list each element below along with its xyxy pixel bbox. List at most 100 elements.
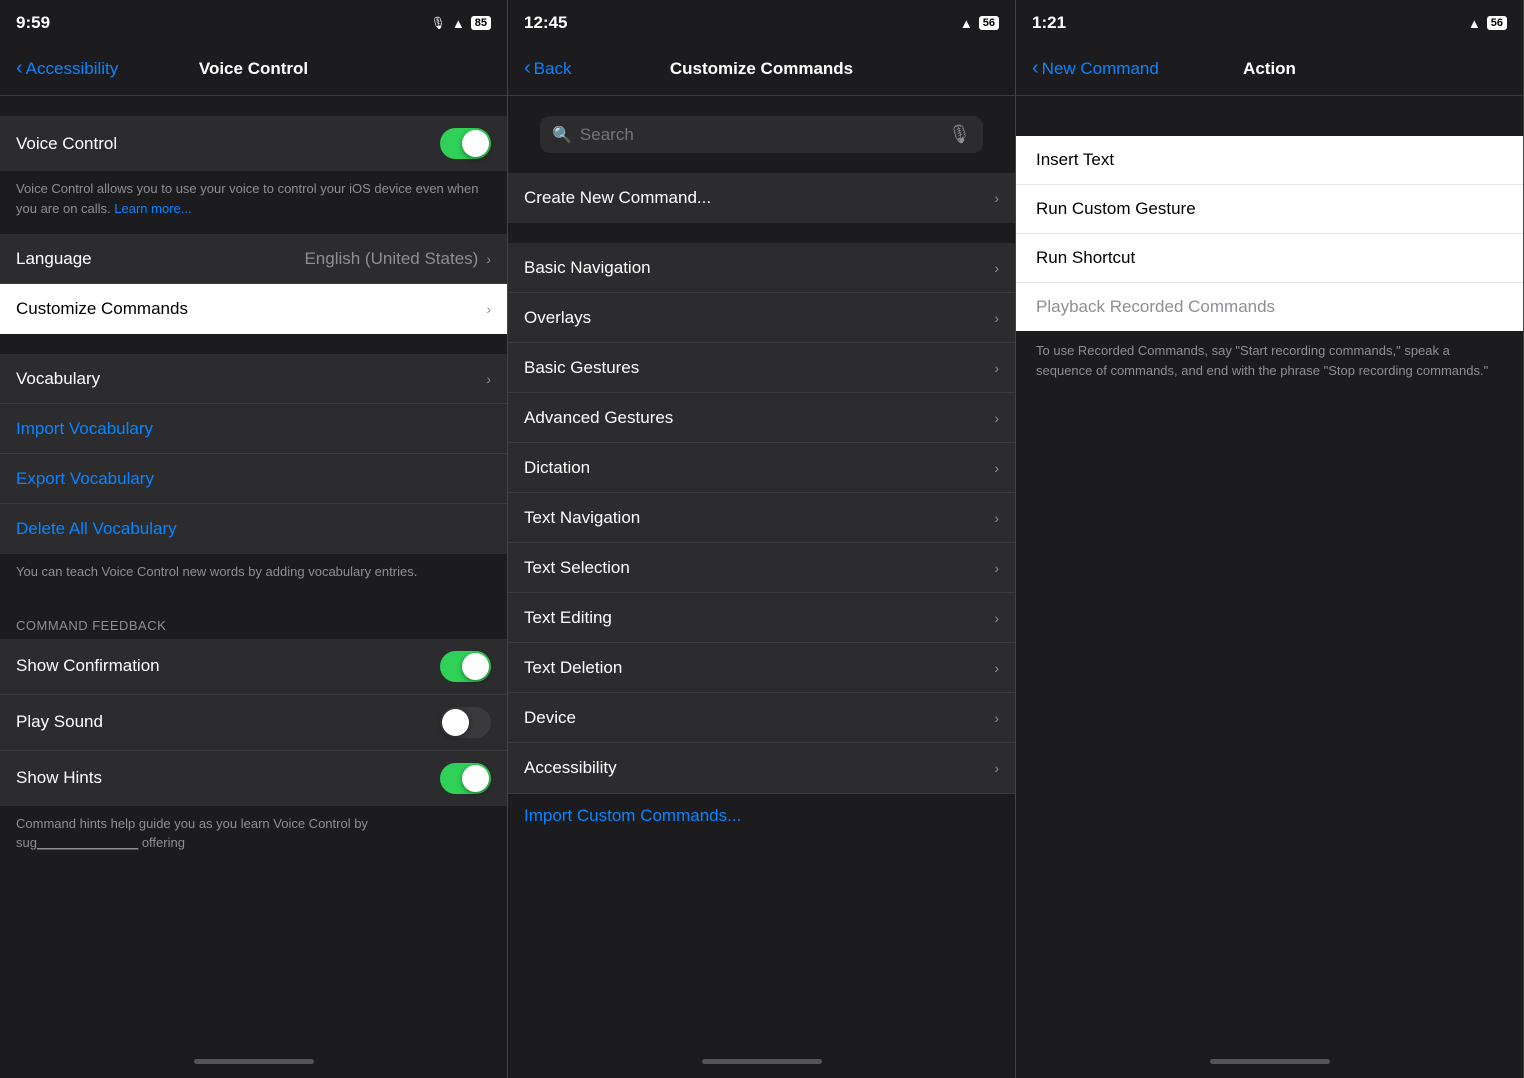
play-sound-toggle[interactable] bbox=[440, 707, 491, 738]
show-confirmation-label: Show Confirmation bbox=[16, 656, 440, 676]
text-editing-chevron: › bbox=[994, 610, 999, 626]
language-row[interactable]: Language English (United States) › bbox=[0, 234, 507, 284]
nav-back-2[interactable]: ‹ Back bbox=[524, 57, 571, 80]
insert-text-label: Insert Text bbox=[1036, 150, 1114, 170]
vocabulary-chevron: › bbox=[486, 371, 491, 387]
delete-vocab-label: Delete All Vocabulary bbox=[16, 519, 491, 539]
home-bar-3 bbox=[1210, 1059, 1330, 1064]
run-shortcut-label: Run Shortcut bbox=[1036, 248, 1135, 268]
insert-text-row[interactable]: Insert Text bbox=[1016, 136, 1523, 185]
playback-recorded-row[interactable]: Playback Recorded Commands bbox=[1016, 283, 1523, 331]
basic-navigation-label: Basic Navigation bbox=[524, 258, 994, 278]
show-confirmation-row[interactable]: Show Confirmation bbox=[0, 639, 507, 695]
import-vocabulary-row[interactable]: Import Vocabulary bbox=[0, 404, 507, 454]
content-3: Insert Text Run Custom Gesture Run Short… bbox=[1016, 96, 1523, 1044]
search-bar[interactable]: 🔍 🎙 bbox=[540, 116, 983, 153]
nav-back-1[interactable]: ‹ Accessibility bbox=[16, 57, 118, 80]
overlays-chevron: › bbox=[994, 310, 999, 326]
basic-gestures-label: Basic Gestures bbox=[524, 358, 994, 378]
text-deletion-label: Text Deletion bbox=[524, 658, 994, 678]
nav-title-1: Voice Control bbox=[199, 59, 308, 79]
battery-3: 56 bbox=[1487, 16, 1507, 30]
device-row[interactable]: Device › bbox=[508, 693, 1015, 743]
run-shortcut-row[interactable]: Run Shortcut bbox=[1016, 234, 1523, 283]
back-chevron-3: ‹ bbox=[1032, 57, 1039, 80]
battery-1: 85 bbox=[471, 16, 491, 30]
home-indicator-3 bbox=[1016, 1044, 1523, 1078]
toggle-knob-vc bbox=[462, 130, 489, 157]
text-deletion-row[interactable]: Text Deletion › bbox=[508, 643, 1015, 693]
wifi-icon-2: ▲ bbox=[960, 16, 973, 31]
basic-navigation-chevron: › bbox=[994, 260, 999, 276]
basic-gestures-row[interactable]: Basic Gestures › bbox=[508, 343, 1015, 393]
status-bar-2: 12:45 ▲ 56 bbox=[508, 0, 1015, 44]
accessibility-row[interactable]: Accessibility › bbox=[508, 743, 1015, 793]
wifi-icon-3: ▲ bbox=[1468, 16, 1481, 31]
mic-status-icon: 🎙 bbox=[431, 16, 446, 30]
search-mic-icon: 🎙 bbox=[948, 124, 971, 145]
text-selection-chevron: › bbox=[994, 560, 999, 576]
dictation-label: Dictation bbox=[524, 458, 994, 478]
advanced-gestures-row[interactable]: Advanced Gestures › bbox=[508, 393, 1015, 443]
voice-control-description: Voice Control allows you to use your voi… bbox=[0, 171, 507, 234]
overlays-row[interactable]: Overlays › bbox=[508, 293, 1015, 343]
accessibility-chevron: › bbox=[994, 760, 999, 776]
screen-3: 1:21 ▲ 56 ‹ New Command Action Insert Te… bbox=[1016, 0, 1524, 1078]
toggle-knob-ps bbox=[442, 709, 469, 736]
nav-title-3: Action bbox=[1243, 59, 1296, 79]
learn-more-link[interactable]: Learn more... bbox=[114, 201, 191, 216]
show-hints-toggle[interactable] bbox=[440, 763, 491, 794]
content-2: 🔍 🎙 Create New Command... › Basic Naviga… bbox=[508, 96, 1015, 1044]
home-bar-1 bbox=[194, 1059, 314, 1064]
home-indicator-2 bbox=[508, 1044, 1015, 1078]
back-label-1: Accessibility bbox=[26, 59, 119, 79]
action-group: Insert Text Run Custom Gesture Run Short… bbox=[1016, 136, 1523, 331]
dictation-row[interactable]: Dictation › bbox=[508, 443, 1015, 493]
device-label: Device bbox=[524, 708, 994, 728]
text-selection-row[interactable]: Text Selection › bbox=[508, 543, 1015, 593]
dictation-chevron: › bbox=[994, 460, 999, 476]
import-vocab-label: Import Vocabulary bbox=[16, 419, 491, 439]
show-hints-label: Show Hints bbox=[16, 768, 440, 788]
text-navigation-row[interactable]: Text Navigation › bbox=[508, 493, 1015, 543]
show-hints-row[interactable]: Show Hints bbox=[0, 751, 507, 806]
show-confirmation-toggle[interactable] bbox=[440, 651, 491, 682]
import-custom-commands[interactable]: Import Custom Commands... bbox=[508, 793, 1015, 838]
status-bar-1: 9:59 🎙 ▲ 85 bbox=[0, 0, 507, 44]
nav-back-3[interactable]: ‹ New Command bbox=[1032, 57, 1159, 80]
customize-commands-row[interactable]: Customize Commands › bbox=[0, 284, 507, 334]
text-deletion-chevron: › bbox=[994, 660, 999, 676]
language-chevron: › bbox=[486, 251, 491, 267]
language-customize-group: Language English (United States) › Custo… bbox=[0, 234, 507, 334]
commands-list-group: Basic Navigation › Overlays › Basic Gest… bbox=[508, 243, 1015, 793]
toggle-knob-sc bbox=[462, 653, 489, 680]
delete-vocabulary-row[interactable]: Delete All Vocabulary bbox=[0, 504, 507, 554]
run-custom-gesture-label: Run Custom Gesture bbox=[1036, 199, 1196, 219]
vocabulary-description: You can teach Voice Control new words by… bbox=[0, 554, 507, 598]
status-icons-3: ▲ 56 bbox=[1468, 16, 1507, 31]
voice-control-row[interactable]: Voice Control bbox=[0, 116, 507, 171]
create-new-command-row[interactable]: Create New Command... › bbox=[508, 173, 1015, 223]
export-vocab-label: Export Vocabulary bbox=[16, 469, 491, 489]
nav-bar-3: ‹ New Command Action bbox=[1016, 44, 1523, 96]
voice-control-toggle[interactable] bbox=[440, 128, 491, 159]
play-sound-label: Play Sound bbox=[16, 712, 440, 732]
vocabulary-group: Vocabulary › Import Vocabulary Export Vo… bbox=[0, 354, 507, 554]
customize-commands-label: Customize Commands bbox=[16, 299, 486, 319]
basic-navigation-row[interactable]: Basic Navigation › bbox=[508, 243, 1015, 293]
status-time-2: 12:45 bbox=[524, 13, 567, 33]
voice-control-label: Voice Control bbox=[16, 134, 440, 154]
text-editing-row[interactable]: Text Editing › bbox=[508, 593, 1015, 643]
status-bar-3: 1:21 ▲ 56 bbox=[1016, 0, 1523, 44]
play-sound-row[interactable]: Play Sound bbox=[0, 695, 507, 751]
toggle-knob-sh bbox=[462, 765, 489, 792]
create-new-group: Create New Command... › bbox=[508, 173, 1015, 223]
search-input[interactable] bbox=[580, 125, 948, 145]
vocabulary-row[interactable]: Vocabulary › bbox=[0, 354, 507, 404]
export-vocabulary-row[interactable]: Export Vocabulary bbox=[0, 454, 507, 504]
back-label-2: Back bbox=[534, 59, 572, 79]
status-time-1: 9:59 bbox=[16, 13, 50, 33]
run-custom-gesture-row[interactable]: Run Custom Gesture bbox=[1016, 185, 1523, 234]
command-feedback-header: COMMAND FEEDBACK bbox=[0, 598, 507, 639]
text-selection-label: Text Selection bbox=[524, 558, 994, 578]
